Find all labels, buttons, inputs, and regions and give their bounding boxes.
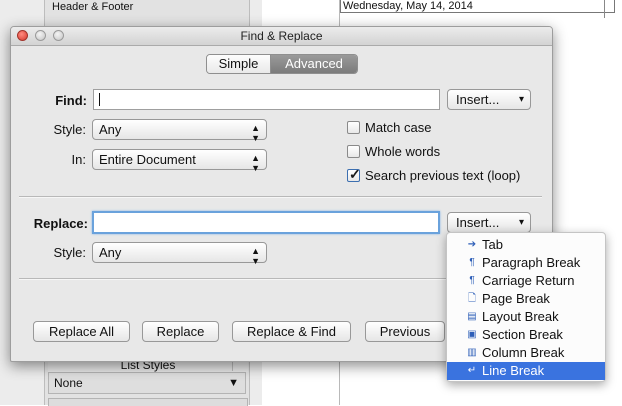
find-input[interactable] <box>93 89 440 110</box>
menu-item-layout-break[interactable]: ▤ Layout Break <box>447 308 605 326</box>
menu-item-carriage-return[interactable]: ¶ Carriage Return <box>447 272 605 290</box>
whole-words-label[interactable]: Whole words <box>365 144 440 159</box>
search-in-label: In: <box>71 152 86 167</box>
layout-break-icon: ▤ <box>467 311 477 322</box>
menu-item-label: Section Break <box>482 327 563 342</box>
replace-input[interactable] <box>92 211 440 234</box>
search-loop-checkbox[interactable]: ✓ <box>347 166 361 182</box>
whole-words-checkbox[interactable] <box>347 145 360 158</box>
tab-advanced[interactable]: Advanced <box>271 55 357 73</box>
line-break-icon: ↵ <box>467 365 477 376</box>
triangle-down-icon: ▼ <box>228 377 239 389</box>
text-caret <box>99 93 100 106</box>
find-style-label: Style: <box>53 122 86 137</box>
search-loop-label[interactable]: Search previous text (loop) <box>365 168 520 183</box>
menu-item-label: Carriage Return <box>482 273 575 288</box>
match-case-label[interactable]: Match case <box>365 120 431 135</box>
pilcrow-icon: ¶ <box>469 275 475 286</box>
find-insert-label: Insert... <box>456 92 500 107</box>
chevron-down-icon: ▾ <box>518 217 524 228</box>
replace-insert-button[interactable]: Insert... ▾ <box>447 212 531 233</box>
replace-style-value: Any <box>99 245 122 260</box>
column-break-icon: ▥ <box>467 347 477 358</box>
search-in-value: Entire Document <box>99 152 196 167</box>
page-icon: 🗋 <box>467 293 477 304</box>
menu-item-label: Column Break <box>482 345 565 360</box>
section-divider <box>19 278 449 280</box>
menu-item-label: Paragraph Break <box>482 255 581 270</box>
section-break-icon: ▣ <box>467 329 477 340</box>
mode-segmented-control: Simple Advanced <box>206 54 358 74</box>
find-label: Find: <box>55 93 87 108</box>
menu-item-column-break[interactable]: ▥ Column Break <box>447 344 605 362</box>
search-in-select[interactable]: Entire Document ▲ ▼ <box>92 149 267 173</box>
replace-insert-label: Insert... <box>456 215 500 230</box>
list-style-select[interactable]: None ▼ <box>48 372 246 394</box>
menu-item-page-break[interactable]: 🗋 Page Break <box>447 290 605 308</box>
replace-and-find-button[interactable]: Replace & Find <box>232 321 351 342</box>
replace-style-label: Style: <box>53 245 86 260</box>
document-date-field[interactable]: Wednesday, May 14, 2014 <box>340 0 615 13</box>
menu-item-label: Tab <box>482 237 503 252</box>
find-insert-button[interactable]: Insert... ▾ <box>447 89 531 110</box>
find-style-select[interactable]: Any ▲ ▼ <box>92 119 267 143</box>
replace-all-button[interactable]: Replace All <box>33 321 130 342</box>
section-divider <box>19 196 542 198</box>
replace-label: Replace: <box>33 216 88 231</box>
up-down-arrows-icon: ▲ ▼ <box>251 123 260 143</box>
chevron-down-icon: ▾ <box>518 94 524 105</box>
menu-item-label: Layout Break <box>482 309 559 324</box>
menu-item-tab[interactable]: ➔ Tab <box>447 236 605 254</box>
dialog-titlebar[interactable]: Find & Replace <box>11 27 552 46</box>
dialog-title: Find & Replace <box>240 29 323 43</box>
list-style-value: None <box>54 376 83 390</box>
checkmark-icon: ✓ <box>349 166 361 182</box>
sidebar-item-header-footer[interactable]: Header & Footer <box>52 1 133 13</box>
menu-item-section-break[interactable]: ▣ Section Break <box>447 326 605 344</box>
previous-button[interactable]: Previous <box>365 321 445 342</box>
find-style-value: Any <box>99 122 122 137</box>
match-case-checkbox[interactable] <box>347 121 360 134</box>
document-margin-line <box>604 0 605 18</box>
replace-button[interactable]: Replace <box>142 321 219 342</box>
insert-menu: ➔ Tab ¶ Paragraph Break ¶ Carriage Retur… <box>446 232 606 382</box>
menu-item-label: Line Break <box>482 363 545 378</box>
menu-item-label: Page Break <box>482 291 550 306</box>
menu-item-line-break[interactable]: ↵ Line Break <box>447 362 605 380</box>
tab-arrow-icon: ➔ <box>467 239 477 250</box>
tab-simple[interactable]: Simple <box>207 55 271 73</box>
up-down-arrows-icon: ▲ ▼ <box>251 153 260 173</box>
pilcrow-icon: ¶ <box>469 257 475 268</box>
menu-item-paragraph-break[interactable]: ¶ Paragraph Break <box>447 254 605 272</box>
replace-style-select[interactable]: Any ▲ ▼ <box>92 242 267 266</box>
up-down-arrows-icon: ▲ ▼ <box>251 246 260 266</box>
